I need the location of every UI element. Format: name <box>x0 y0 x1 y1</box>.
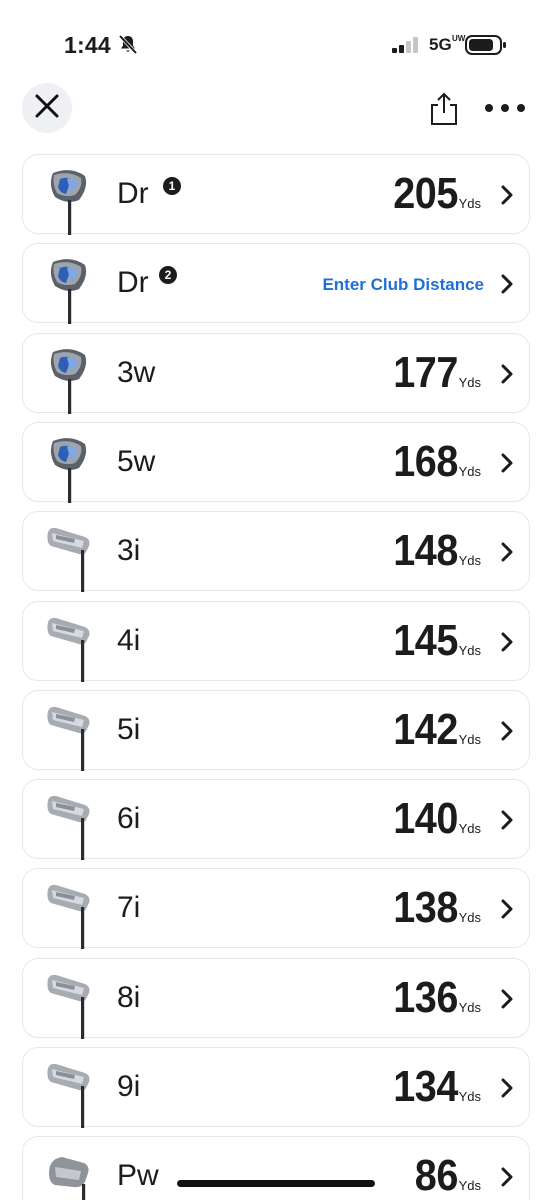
club-distances-screen: 1:44 5G UW Dr 1 205 Yds Dr 2 Enter Club … <box>0 0 552 1200</box>
club-number-badge: 2 <box>159 266 177 285</box>
club-distance: 136 Yds <box>386 973 481 1023</box>
club-distance-value: 134 <box>392 1062 458 1111</box>
club-distance: 140 Yds <box>386 794 481 844</box>
club-distance-unit: Yds <box>458 1089 481 1104</box>
club-distance: 148 Yds <box>386 526 481 576</box>
club-name: 9i <box>117 1070 141 1103</box>
club-distance-value: 177 <box>392 347 458 397</box>
club-number-badge: 1 <box>163 177 181 195</box>
club-distance-value: 138 <box>392 883 458 933</box>
club-row[interactable]: 3w 177 Yds <box>22 332 530 414</box>
iron-club-icon <box>45 703 95 771</box>
club-name: 4i <box>117 623 141 657</box>
club-distance: 177 Yds <box>386 348 481 398</box>
chevron-right-icon <box>500 541 514 568</box>
club-name: Dr <box>117 266 149 300</box>
club-name: Dr <box>117 177 149 210</box>
club-row[interactable]: Dr 1 205 Yds <box>22 154 530 235</box>
club-distance: 86 Yds <box>410 1151 481 1200</box>
club-name: 3i <box>117 534 141 568</box>
club-row[interactable]: 4i 145 Yds <box>22 600 530 682</box>
chevron-right-icon <box>500 631 514 658</box>
club-distance-value: 142 <box>392 704 458 754</box>
club-distance-value: 86 <box>414 1151 458 1200</box>
chevron-right-icon <box>500 898 514 925</box>
club-distance-unit: Yds <box>458 196 481 211</box>
club-distance-unit: Yds <box>458 731 481 747</box>
club-name: 5i <box>117 712 141 746</box>
club-distance: 134 Yds <box>386 1062 481 1112</box>
club-distance-value: 148 <box>392 526 458 576</box>
iron-club-icon <box>45 614 95 682</box>
iron-club-icon <box>45 971 95 1039</box>
club-distance: 145 Yds <box>386 616 481 666</box>
club-name: Pw <box>117 1159 159 1193</box>
club-distance-unit: Yds <box>458 910 481 926</box>
wedge-club-icon <box>45 1149 95 1200</box>
club-row[interactable]: Dr 2 Enter Club Distance <box>22 243 530 325</box>
club-name: 5w <box>117 444 156 478</box>
club-name: 8i <box>117 980 141 1014</box>
club-distance-value: 136 <box>392 972 458 1022</box>
club-distance: 205 Yds <box>386 169 481 219</box>
club-row[interactable]: Pw 86 Yds <box>22 1136 530 1200</box>
home-indicator <box>177 1180 375 1187</box>
club-distance: 138 Yds <box>386 883 481 933</box>
enter-club-distance-link[interactable]: Enter Club Distance <box>322 275 484 295</box>
chevron-right-icon <box>500 363 514 390</box>
club-distance-unit: Yds <box>458 999 481 1015</box>
club-distance: 168 Yds <box>386 437 481 487</box>
club-row[interactable]: 8i 136 Yds <box>22 957 530 1039</box>
chevron-right-icon <box>500 809 514 836</box>
club-distance-unit: Yds <box>458 374 481 390</box>
chevron-right-icon <box>500 273 514 300</box>
club-row[interactable]: 5w 168 Yds <box>22 421 530 503</box>
iron-club-icon <box>45 524 95 593</box>
club-distance-unit: Yds <box>458 821 481 837</box>
club-row[interactable]: 6i 140 Yds <box>22 779 530 861</box>
club-name: 3w <box>117 355 156 389</box>
iron-club-icon <box>45 792 95 861</box>
club-distance-value: 140 <box>392 794 458 844</box>
club-name: 7i <box>117 891 141 925</box>
iron-club-icon <box>45 881 95 950</box>
chevron-right-icon <box>500 1166 514 1193</box>
club-list: Dr 1 205 Yds Dr 2 Enter Club Distance 3w 177 Yds 5… <box>0 0 552 1200</box>
chevron-right-icon <box>500 720 514 747</box>
club-distance-value: 205 <box>392 169 458 218</box>
club-name: 6i <box>117 802 141 836</box>
iron-club-icon <box>45 1060 95 1128</box>
driver-club-icon <box>45 346 95 414</box>
club-distance-value: 168 <box>392 436 458 486</box>
club-distance-unit: Yds <box>458 553 481 569</box>
club-distance-value: 145 <box>392 615 458 665</box>
club-distance-unit: Yds <box>458 642 481 658</box>
driver-club-icon <box>45 435 95 503</box>
club-row[interactable]: 7i 138 Yds <box>22 868 530 950</box>
club-row[interactable]: 9i 134 Yds <box>22 1047 530 1128</box>
club-distance-unit: Yds <box>458 463 481 479</box>
chevron-right-icon <box>500 452 514 479</box>
club-distance-unit: Yds <box>458 1178 481 1194</box>
chevron-right-icon <box>500 184 514 211</box>
club-row[interactable]: 3i 148 Yds <box>22 511 530 593</box>
chevron-right-icon <box>500 988 514 1015</box>
driver-club-icon <box>45 167 95 235</box>
chevron-right-icon <box>500 1077 514 1104</box>
club-row[interactable]: 5i 142 Yds <box>22 689 530 771</box>
club-distance: 142 Yds <box>386 705 481 755</box>
driver-club-icon <box>45 256 95 325</box>
